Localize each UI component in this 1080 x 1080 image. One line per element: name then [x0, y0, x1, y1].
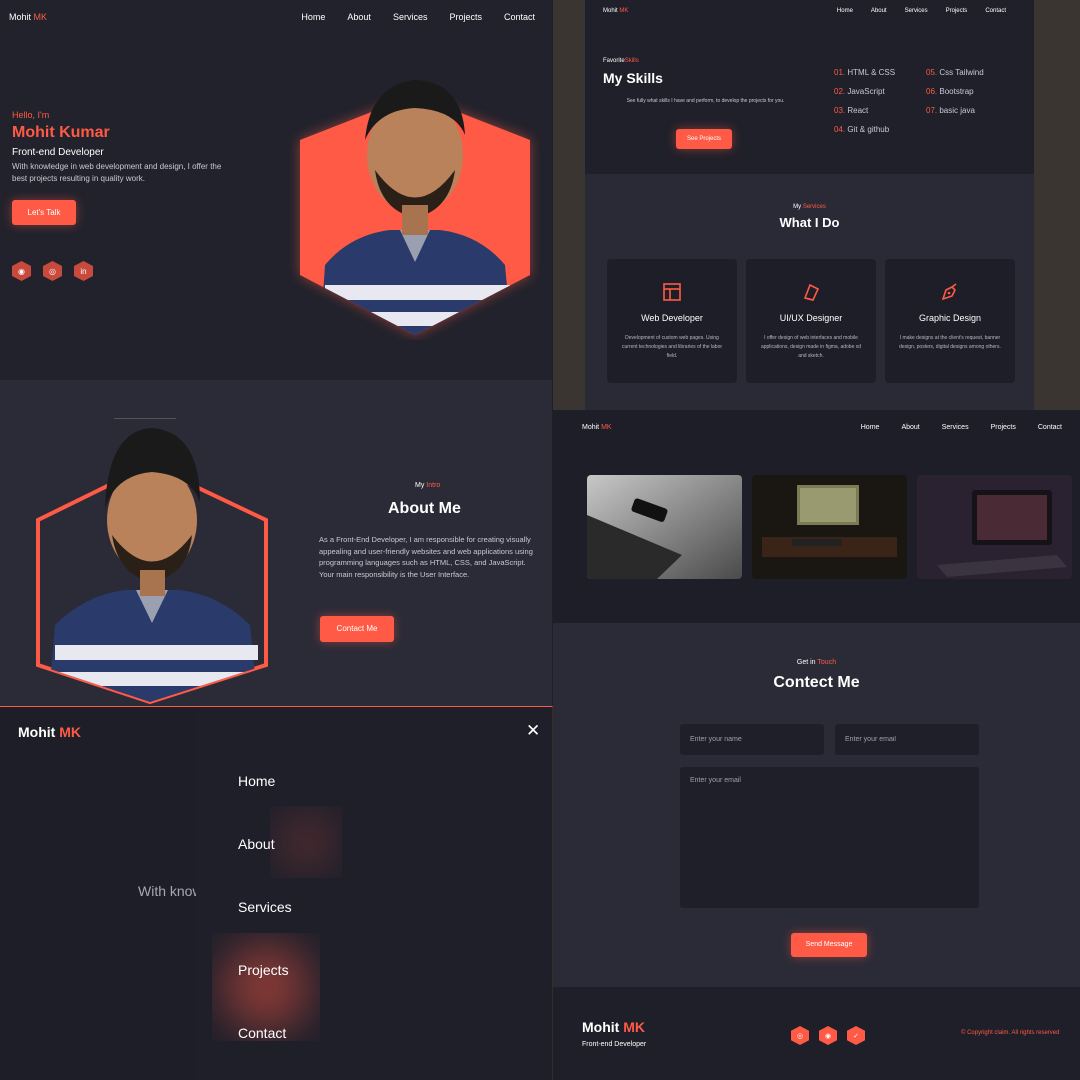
- footer: Mohit MK Front-end Developer ◎ ◉ ✓ © Cop…: [553, 987, 1080, 1080]
- nav-about[interactable]: About: [901, 424, 919, 431]
- menu-item-contact[interactable]: Contact: [238, 1025, 292, 1043]
- hero-greeting: Hello, I'm: [12, 110, 50, 120]
- about-description: As a Front-End Developer, I am responsib…: [319, 535, 533, 580]
- email-input[interactable]: [835, 724, 979, 755]
- hero-socials: ◉ ◎ in: [12, 261, 93, 281]
- about-title: About Me: [388, 500, 461, 517]
- hero-portrait: [300, 80, 530, 335]
- about-section: My Intro About Me As a Front-End Develop…: [0, 380, 552, 706]
- mobile-menu-list: Home About Services Projects Contact: [238, 773, 292, 1043]
- skill-item: 03. React: [834, 106, 869, 115]
- skill-item: 04. Git & github: [834, 125, 890, 134]
- logo[interactable]: Mohit MK: [603, 8, 628, 14]
- name-input[interactable]: [680, 724, 824, 755]
- nav-about[interactable]: About: [347, 12, 371, 22]
- skill-item: 07. basic java: [926, 106, 975, 115]
- hero-role: Front-end Developer: [12, 147, 104, 158]
- see-projects-button[interactable]: See Projects: [676, 129, 732, 149]
- hero-section: Mohit MK Home About Services Projects Co…: [0, 0, 552, 380]
- nav-contact[interactable]: Contact: [1038, 424, 1062, 431]
- project-thumbnail[interactable]: [917, 475, 1072, 579]
- nav-projects[interactable]: Projects: [449, 12, 482, 22]
- contact-title: Contect Me: [773, 674, 860, 691]
- hero-name: Mohit Kumar: [12, 124, 110, 141]
- message-textarea[interactable]: [680, 767, 979, 908]
- skill-item: 05. Css Tailwind: [926, 68, 984, 77]
- skills-list: 01. HTML & CSS 05. Css Tailwind 02. Java…: [834, 68, 1018, 134]
- project-thumbnail[interactable]: [587, 475, 742, 579]
- service-card[interactable]: Web Developer Development of custom web …: [607, 259, 737, 383]
- service-card-title: UI/UX Designer: [779, 313, 843, 323]
- navbar: Home About Services Projects Contact: [837, 8, 1006, 14]
- service-card-desc: Development of custom web pages. Using c…: [621, 335, 723, 359]
- ui-ux-icon: [803, 283, 820, 301]
- hero-description: With knowledge in web development and de…: [12, 162, 222, 183]
- services-cards: Web Developer Development of custom web …: [607, 259, 1015, 383]
- hero-description-behind: With knowledge in web development and de…: [138, 883, 198, 899]
- nav-home[interactable]: Home: [837, 8, 853, 14]
- service-card[interactable]: Graphic Design I make designs at the cli…: [885, 259, 1015, 383]
- navbar: Home About Services Projects Contact: [861, 424, 1062, 431]
- skills-container: Mohit MK Home About Services Projects Co…: [585, 0, 1034, 410]
- nav-contact[interactable]: Contact: [504, 12, 535, 22]
- close-icon[interactable]: ✕: [526, 721, 540, 741]
- nav-home[interactable]: Home: [301, 12, 325, 22]
- pen-tool-icon: [941, 283, 957, 301]
- contact-section: Get in Touch Contect Me Send Message: [553, 623, 1080, 987]
- nav-services[interactable]: Services: [942, 424, 969, 431]
- skills-description: See fully what skills I have and perform…: [626, 98, 785, 104]
- skill-item: 01. HTML & CSS: [834, 68, 896, 77]
- service-card-title: Web Developer: [641, 313, 703, 323]
- instagram-icon[interactable]: ◎: [43, 261, 62, 281]
- about-portrait: [36, 428, 268, 705]
- projects-section: Mohit MK Home About Services Projects Co…: [553, 411, 1080, 623]
- nav-home[interactable]: Home: [861, 424, 880, 431]
- nav-services[interactable]: Services: [393, 12, 428, 22]
- logo[interactable]: Mohit MK: [582, 424, 612, 431]
- instagram-icon[interactable]: ◎: [791, 1026, 809, 1045]
- services-eyebrow: My Services: [793, 204, 826, 210]
- service-card-desc: I offer design of web interfaces and mob…: [760, 335, 862, 359]
- nav-about[interactable]: About: [871, 8, 887, 14]
- skills-eyebrow: FavoriteSkills: [603, 58, 639, 64]
- footer-role: Front-end Developer: [582, 1041, 647, 1048]
- divider: [114, 418, 176, 419]
- twitter-icon[interactable]: ✓: [847, 1026, 865, 1045]
- linkedin-icon[interactable]: in: [74, 261, 93, 281]
- logo[interactable]: Mohit MK: [18, 724, 81, 740]
- github-icon[interactable]: ◉: [12, 261, 31, 281]
- lets-talk-button[interactable]: Let's Talk: [12, 200, 76, 225]
- service-card[interactable]: UI/UX Designer I offer design of web int…: [746, 259, 876, 383]
- menu-item-projects[interactable]: Projects: [238, 962, 292, 980]
- services-section: My Services What I Do Web Developer Deve…: [585, 174, 1034, 410]
- project-thumbnail[interactable]: [752, 475, 907, 579]
- skills-services-section: Mohit MK Home About Services Projects Co…: [553, 0, 1080, 410]
- skill-item: 02. JavaScript: [834, 87, 885, 96]
- send-message-button[interactable]: Send Message: [791, 933, 867, 957]
- nav-projects[interactable]: Projects: [991, 424, 1016, 431]
- footer-socials: ◎ ◉ ✓: [791, 1026, 865, 1045]
- menu-item-services[interactable]: Services: [238, 899, 292, 917]
- layout-icon: [663, 283, 681, 301]
- instagram-icon[interactable]: ◉: [819, 1026, 837, 1045]
- nav-services[interactable]: Services: [905, 8, 928, 14]
- nav-contact[interactable]: Contact: [985, 8, 1006, 14]
- menu-item-about[interactable]: About: [238, 836, 292, 854]
- contact-eyebrow: Get in Touch: [796, 659, 837, 666]
- service-card-desc: I make designs at the client's request, …: [899, 335, 1001, 350]
- copyright-text: © Copyright claim. All rights reserved: [961, 1030, 1060, 1036]
- skills-title: My Skills: [603, 70, 663, 86]
- skill-item: 06. Bootstrap: [926, 87, 974, 96]
- navbar: Home About Services Projects Contact: [301, 12, 535, 22]
- mobile-menu-view: Mohit MK With knowledge in web developme…: [0, 706, 553, 1080]
- menu-item-home[interactable]: Home: [238, 773, 292, 791]
- services-title: What I Do: [779, 215, 840, 230]
- logo[interactable]: Mohit MK: [9, 12, 47, 22]
- about-eyebrow: My Intro: [415, 482, 441, 489]
- nav-projects[interactable]: Projects: [946, 8, 968, 14]
- footer-logo[interactable]: Mohit MK: [582, 1019, 645, 1035]
- service-card-title: Graphic Design: [918, 313, 982, 323]
- contact-me-button[interactable]: Contact Me: [320, 616, 394, 642]
